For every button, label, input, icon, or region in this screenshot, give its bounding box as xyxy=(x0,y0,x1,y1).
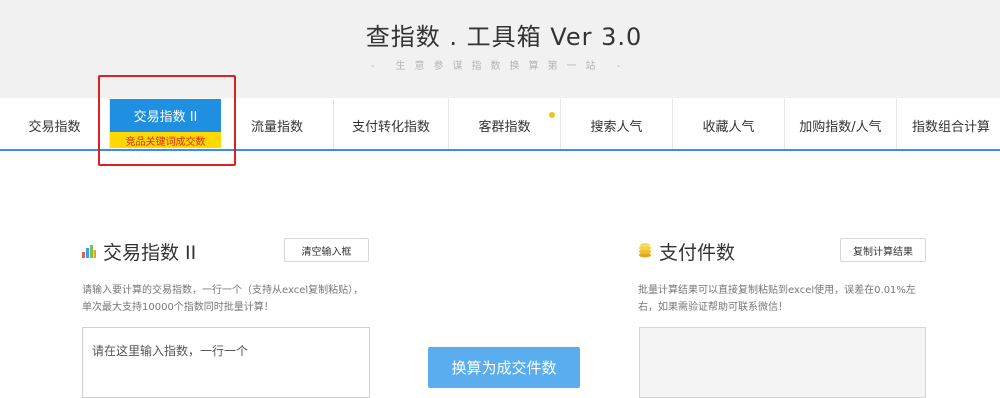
coins-icon xyxy=(638,241,652,263)
bar-chart-icon xyxy=(82,241,96,263)
tab-label: 客群指数 xyxy=(478,119,531,135)
tab-customer-index[interactable]: 客群指数 xyxy=(449,99,561,149)
left-panel-title-text: 交易指数 II xyxy=(103,242,197,264)
page-subtitle: - 生意参谋指数换算第一站 - xyxy=(370,61,630,72)
tab-add-cart-index[interactable]: 加购指数/人气 xyxy=(785,99,897,149)
tab-search-popularity[interactable]: 搜索人气 xyxy=(561,99,673,149)
left-panel-description: 请输入要计算的交易指数，一行一个（支持从excel复制粘贴），单次最大支持100… xyxy=(82,285,364,313)
page: 查指数 . 工具箱 Ver 3.0 - 生意参谋指数换算第一站 - 交易指数 流… xyxy=(0,0,1000,398)
tab-favorite-popularity[interactable]: 收藏人气 xyxy=(673,99,785,149)
tab-label: 支付转化指数 xyxy=(351,119,430,135)
tab-label: 加购指数/人气 xyxy=(799,119,882,135)
tab-label: 收藏人气 xyxy=(702,119,755,135)
result-output[interactable] xyxy=(639,327,926,398)
notification-dot xyxy=(549,112,555,118)
copy-result-button[interactable]: 复制计算结果 xyxy=(840,238,926,262)
tab-label: 指数组合计算 xyxy=(912,119,991,135)
highlight-box xyxy=(98,75,236,166)
tab-index-combo[interactable]: 指数组合计算 xyxy=(897,99,1000,149)
index-input[interactable]: 请在这里输入指数，一行一个 xyxy=(82,327,370,398)
clear-input-button[interactable]: 清空输入框 xyxy=(284,238,369,262)
tab-label: 搜索人气 xyxy=(590,119,643,135)
right-panel-title-text: 支付件数 xyxy=(659,242,736,264)
convert-button[interactable]: 换算为成交件数 xyxy=(428,347,580,388)
page-title: 查指数 . 工具箱 Ver 3.0 xyxy=(365,23,643,51)
tab-traffic-index[interactable]: 流量指数 xyxy=(221,99,334,149)
tab-label: 交易指数 xyxy=(28,119,81,135)
right-panel-description: 批量计算结果可以直接复制粘贴到excel使用，误差在0.01%左右，如果需验证帮… xyxy=(638,285,916,313)
left-panel-title: 交易指数 II xyxy=(82,238,196,265)
tab-pay-conversion-index[interactable]: 支付转化指数 xyxy=(334,99,449,149)
tab-trade-index[interactable]: 交易指数 xyxy=(0,99,110,149)
tab-label: 流量指数 xyxy=(250,119,303,135)
right-panel-title: 支付件数 xyxy=(638,238,735,265)
